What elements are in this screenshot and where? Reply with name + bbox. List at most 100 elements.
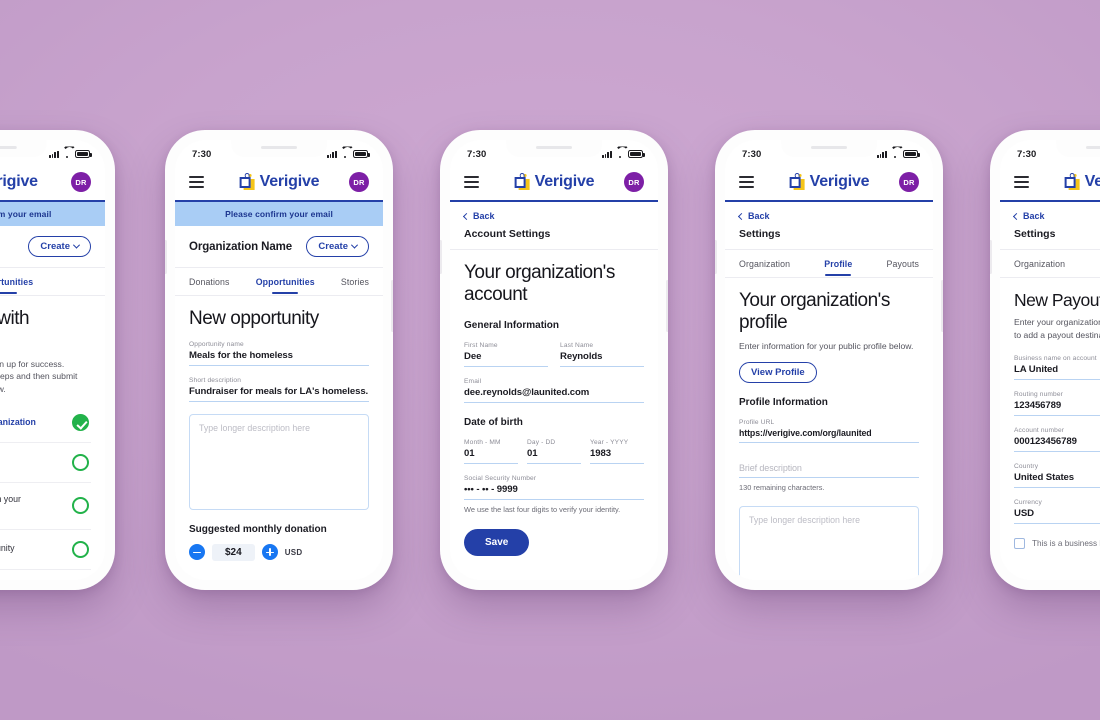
power-button[interactable] [941, 280, 943, 332]
volume-button[interactable] [440, 240, 442, 274]
country-field[interactable]: Country United States [1014, 463, 1100, 489]
tab-donations[interactable]: Donations [189, 277, 230, 295]
remaining-characters: 130 remaining characters. [739, 483, 825, 493]
hamburger-icon[interactable] [739, 176, 754, 188]
field-label: Email [464, 377, 482, 385]
last-name-field[interactable]: Last Name Reynolds [560, 342, 644, 367]
view-profile-label: View Profile [751, 367, 805, 379]
tab-profile[interactable]: Profile [824, 259, 852, 277]
profile-url-field[interactable]: Profile URL https://verigive.com/org/lau… [739, 419, 919, 444]
field-value: LA United [1014, 362, 1100, 381]
page-title: New opportunity [189, 308, 319, 329]
first-name-field[interactable]: First Name Dee [464, 342, 548, 367]
field-label: First Name [464, 341, 498, 349]
tab-organization[interactable]: Organization [1014, 259, 1065, 277]
save-button[interactable]: Save [464, 529, 530, 557]
business-account-checkbox-row[interactable]: This is a business bank account [1014, 538, 1100, 550]
email-field[interactable]: Email dee.reynolds@launited.com [464, 378, 644, 403]
long-description-textarea[interactable]: Type longer description here [739, 505, 919, 580]
dob-year-field[interactable]: Year - YYYY 1983 [590, 439, 644, 464]
app-header: Verigive DR [450, 164, 658, 202]
field-value: USD [1014, 506, 1100, 525]
tab-opportunities[interactable]: Opportunities [256, 277, 315, 295]
opportunity-name-field[interactable]: Opportunity name Meals for the homeless [189, 341, 369, 366]
tab-organization[interactable]: Organization [739, 259, 790, 277]
field-label: Account number [1014, 427, 1065, 435]
avatar[interactable]: DR [899, 172, 919, 192]
dob-day-field[interactable]: Day - DD 01 [527, 439, 581, 464]
brand-logo[interactable]: Verigive [0, 173, 38, 192]
battery-icon [628, 150, 645, 158]
account-number-field[interactable]: Account number 000123456789 [1014, 427, 1100, 453]
checklist-item[interactable]: Tell donors how to reach your organizati… [0, 483, 91, 530]
field-value: ••• - •• - 9999 [464, 482, 644, 500]
currency-field[interactable]: Currency USD [1014, 499, 1100, 525]
confirm-email-banner[interactable]: Please confirm your email [0, 202, 105, 226]
page-heading: Settings [725, 221, 933, 250]
volume-button[interactable] [715, 240, 717, 274]
ssn-field[interactable]: Social Security Number ••• - •• - 9999 [464, 475, 644, 500]
brand-name: Verigive [1084, 173, 1100, 190]
brand-logo[interactable]: Verigive [514, 172, 595, 192]
brand-logo[interactable]: Verigive [789, 172, 870, 192]
short-description-field[interactable]: Short description Fundraiser for meals f… [189, 377, 369, 402]
avatar[interactable]: DR [624, 172, 644, 192]
plus-circle-icon[interactable] [261, 544, 278, 561]
minus-circle-icon[interactable] [189, 544, 205, 561]
brief-description-field[interactable]: Brief description [739, 454, 919, 479]
create-button-label: Create [318, 241, 348, 252]
long-description-textarea[interactable]: Type longer description here [189, 413, 369, 510]
checklist-item-label: Tell donors how to reach your organizati… [0, 494, 21, 505]
brand-logo[interactable]: Verigive [1064, 172, 1100, 192]
tab-bar: Organization Profile Payouts [1000, 250, 1100, 278]
brand-logo[interactable]: Verigive [239, 172, 320, 192]
routing-number-field[interactable]: Routing number 123456789 [1014, 391, 1100, 417]
field-label: Country [1014, 463, 1039, 471]
check-circle-filled-icon [72, 414, 89, 432]
verigive-logo-icon [239, 172, 256, 192]
section-date-of-birth: Date of birth [464, 416, 523, 428]
power-button[interactable] [391, 280, 393, 332]
create-button[interactable]: Create [28, 236, 91, 257]
chevron-down-icon [350, 241, 359, 249]
confirm-email-banner[interactable]: Please confirm your email [175, 202, 383, 226]
tab-stories[interactable]: Stories [341, 277, 369, 295]
tab-opportunities[interactable]: Opportunities [0, 277, 33, 295]
phone-1-body: Get started with Verigive Let's set your… [0, 296, 105, 580]
hamburger-icon[interactable] [1014, 176, 1029, 188]
dob-month-field[interactable]: Month - MM 01 [464, 439, 518, 464]
checklist-item[interactable]: Tell us about your organization [0, 403, 91, 444]
create-button[interactable]: Create [306, 236, 369, 257]
checklist-item-label: Tell us about your organization [0, 416, 36, 427]
back-label: Back [748, 211, 770, 221]
checklist-item[interactable]: Create your profile [0, 443, 91, 484]
field-value: Fundraiser for meals for LA's homeless. [189, 384, 369, 402]
checklist-item[interactable]: Add a payout destination [0, 570, 91, 580]
donation-amount[interactable]: $24 [212, 543, 255, 561]
business-name-field[interactable]: Business name on account LA United [1014, 355, 1100, 381]
brand-name: Verigive [259, 173, 320, 190]
volume-button[interactable] [165, 240, 167, 274]
cellular-signal-icon [876, 150, 887, 158]
power-button[interactable] [666, 280, 668, 332]
field-label: Routing number [1014, 391, 1064, 399]
page-heading: Account Settings [450, 221, 658, 250]
chevron-left-icon [1012, 212, 1021, 220]
section-profile-information: Profile Information [739, 397, 828, 409]
avatar[interactable]: DR [71, 172, 91, 192]
speaker-grille [0, 146, 17, 149]
back-button[interactable]: Back [450, 202, 658, 221]
back-button[interactable]: Back [1000, 202, 1100, 221]
checkbox-icon[interactable] [1014, 538, 1025, 550]
checklist-item[interactable]: Create your first opportunity [0, 530, 91, 570]
hamburger-icon[interactable] [189, 176, 204, 188]
avatar[interactable]: DR [349, 172, 369, 192]
notch [1056, 140, 1100, 157]
back-button[interactable]: Back [725, 202, 933, 221]
tab-payouts[interactable]: Payouts [887, 259, 920, 277]
page-title: Your organization's account [464, 262, 615, 305]
battery-icon [903, 150, 920, 158]
view-profile-button[interactable]: View Profile [739, 362, 817, 384]
volume-button[interactable] [990, 240, 992, 274]
hamburger-icon[interactable] [464, 176, 479, 188]
